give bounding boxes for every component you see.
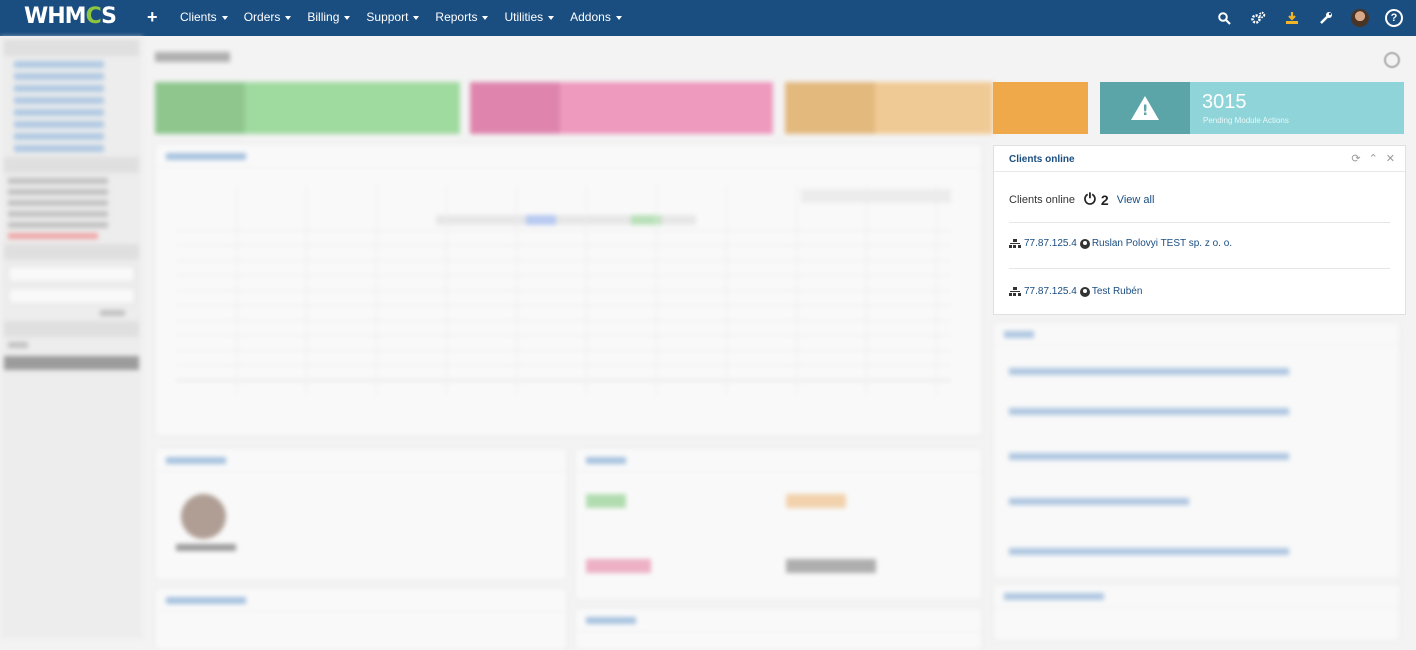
menu-label: Support: [366, 10, 409, 24]
view-all-link[interactable]: View all: [1117, 194, 1155, 206]
orange-stat-tile-edge: [993, 82, 1088, 134]
caret-down-icon: [413, 15, 420, 20]
help-icon[interactable]: ?: [1384, 8, 1404, 28]
online-count: 2: [1100, 191, 1109, 208]
menu-addons[interactable]: Addons: [570, 10, 622, 24]
pending-module-actions-count: 3015: [1202, 91, 1247, 113]
navbar-icons: ?: [1214, 8, 1404, 28]
clients-online-summary: Clients online ⏻ 2 View all: [1009, 191, 1154, 208]
refresh-icon[interactable]: ⟳: [1351, 152, 1360, 165]
user-circle-icon: [1079, 238, 1090, 249]
caret-down-icon: [482, 15, 489, 20]
divider: [1009, 222, 1390, 223]
menu-clients[interactable]: Clients: [180, 10, 228, 24]
client-name-link[interactable]: Ruslan Polovyi TEST sp. z o. o.: [1092, 238, 1232, 249]
sitemap-icon: [1009, 286, 1021, 297]
avatar[interactable]: [1350, 8, 1370, 28]
collapse-icon[interactable]: ⌃: [1369, 152, 1378, 165]
client-ip: 77.87.125.4: [1024, 286, 1077, 297]
caret-down-icon: [615, 15, 622, 20]
user-circle-icon: [1079, 286, 1090, 297]
sitemap-icon: [1009, 238, 1021, 249]
warning-icon: !: [1100, 82, 1190, 134]
menu-orders[interactable]: Orders: [244, 10, 292, 24]
client-ip: 77.87.125.4: [1024, 238, 1077, 249]
online-client-row: 77.87.125.4 Test Rubén: [1009, 286, 1142, 297]
online-client-row: 77.87.125.4 Ruslan Polovyi TEST sp. z o.…: [1009, 238, 1232, 249]
menu-label: Reports: [435, 10, 478, 24]
menu-support[interactable]: Support: [366, 10, 420, 24]
quick-add-button[interactable]: +: [147, 7, 158, 28]
download-icon[interactable]: [1282, 8, 1302, 28]
close-icon[interactable]: ✕: [1386, 152, 1395, 165]
panel-title: Clients online: [1009, 154, 1075, 165]
divider: [1009, 268, 1390, 269]
whmcs-logo[interactable]: WHMCS: [24, 4, 117, 29]
gear-icon[interactable]: [1384, 52, 1400, 68]
caret-down-icon: [344, 15, 351, 20]
panel-header: Clients online ⟳ ⌃ ✕: [994, 146, 1405, 172]
menu-label: Utilities: [504, 10, 544, 24]
top-navbar: WHMCS + Clients Orders Billing Support R…: [0, 0, 1416, 36]
menu-label: Orders: [243, 10, 281, 24]
menu-billing[interactable]: Billing: [307, 10, 351, 24]
main-menu: Clients Orders Billing Support Reports U…: [180, 10, 622, 24]
menu-utilities[interactable]: Utilities: [504, 10, 555, 24]
activity-panel-background: [993, 322, 1404, 641]
pending-module-actions-tile[interactable]: ! 3015 Pending Module Actions: [1100, 82, 1404, 134]
dashboard-background: [0, 36, 993, 650]
sidebar: [0, 36, 143, 639]
pending-module-actions-label: Pending Module Actions: [1203, 116, 1289, 125]
search-icon[interactable]: [1214, 8, 1234, 28]
wrench-icon[interactable]: [1316, 8, 1336, 28]
caret-down-icon: [285, 15, 292, 20]
menu-label: Clients: [180, 10, 217, 24]
clients-online-panel: Clients online ⟳ ⌃ ✕ Clients online ⏻ 2 …: [993, 145, 1406, 315]
caret-down-icon: [548, 15, 555, 20]
client-name-link[interactable]: Test Rubén: [1092, 286, 1143, 297]
avatar-image: [1351, 9, 1369, 27]
summary-label: Clients online: [1009, 193, 1076, 206]
menu-label: Billing: [307, 10, 340, 24]
menu-label: Addons: [570, 10, 611, 24]
menu-reports[interactable]: Reports: [435, 10, 489, 24]
power-icon: ⏻: [1084, 191, 1096, 208]
cogs-icon[interactable]: [1248, 8, 1268, 28]
panel-controls: ⟳ ⌃ ✕: [1351, 152, 1395, 165]
caret-down-icon: [221, 15, 228, 20]
